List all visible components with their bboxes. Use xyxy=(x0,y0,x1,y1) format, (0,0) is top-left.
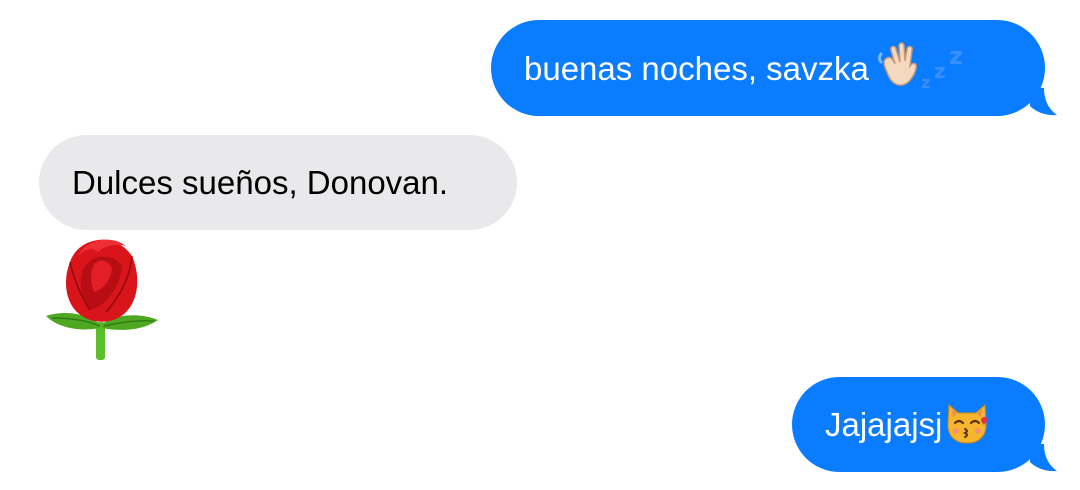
svg-text:z: z xyxy=(934,59,946,83)
incoming-message-bubble[interactable]: Dulces sueños, Donovan. xyxy=(39,135,517,230)
kissing-cat-icon xyxy=(944,399,990,450)
waving-hand-icon xyxy=(873,41,923,95)
svg-text:z: z xyxy=(949,42,963,70)
message-text: Dulces sueños, Donovan. xyxy=(72,164,449,201)
svg-text:z: z xyxy=(921,73,930,92)
message-text: buenas noches, savzka xyxy=(524,49,869,87)
rose-icon[interactable] xyxy=(40,232,164,360)
zzz-icon: z z z xyxy=(919,40,969,97)
message-thread: buenas noches, savzka z z z Dulces sueño… xyxy=(0,0,1080,490)
outgoing-message-bubble[interactable]: Jajajajsj xyxy=(792,377,1045,472)
outgoing-message-bubble[interactable]: buenas noches, savzka z z z xyxy=(491,20,1045,116)
message-text: Jajajajsj xyxy=(825,406,943,443)
